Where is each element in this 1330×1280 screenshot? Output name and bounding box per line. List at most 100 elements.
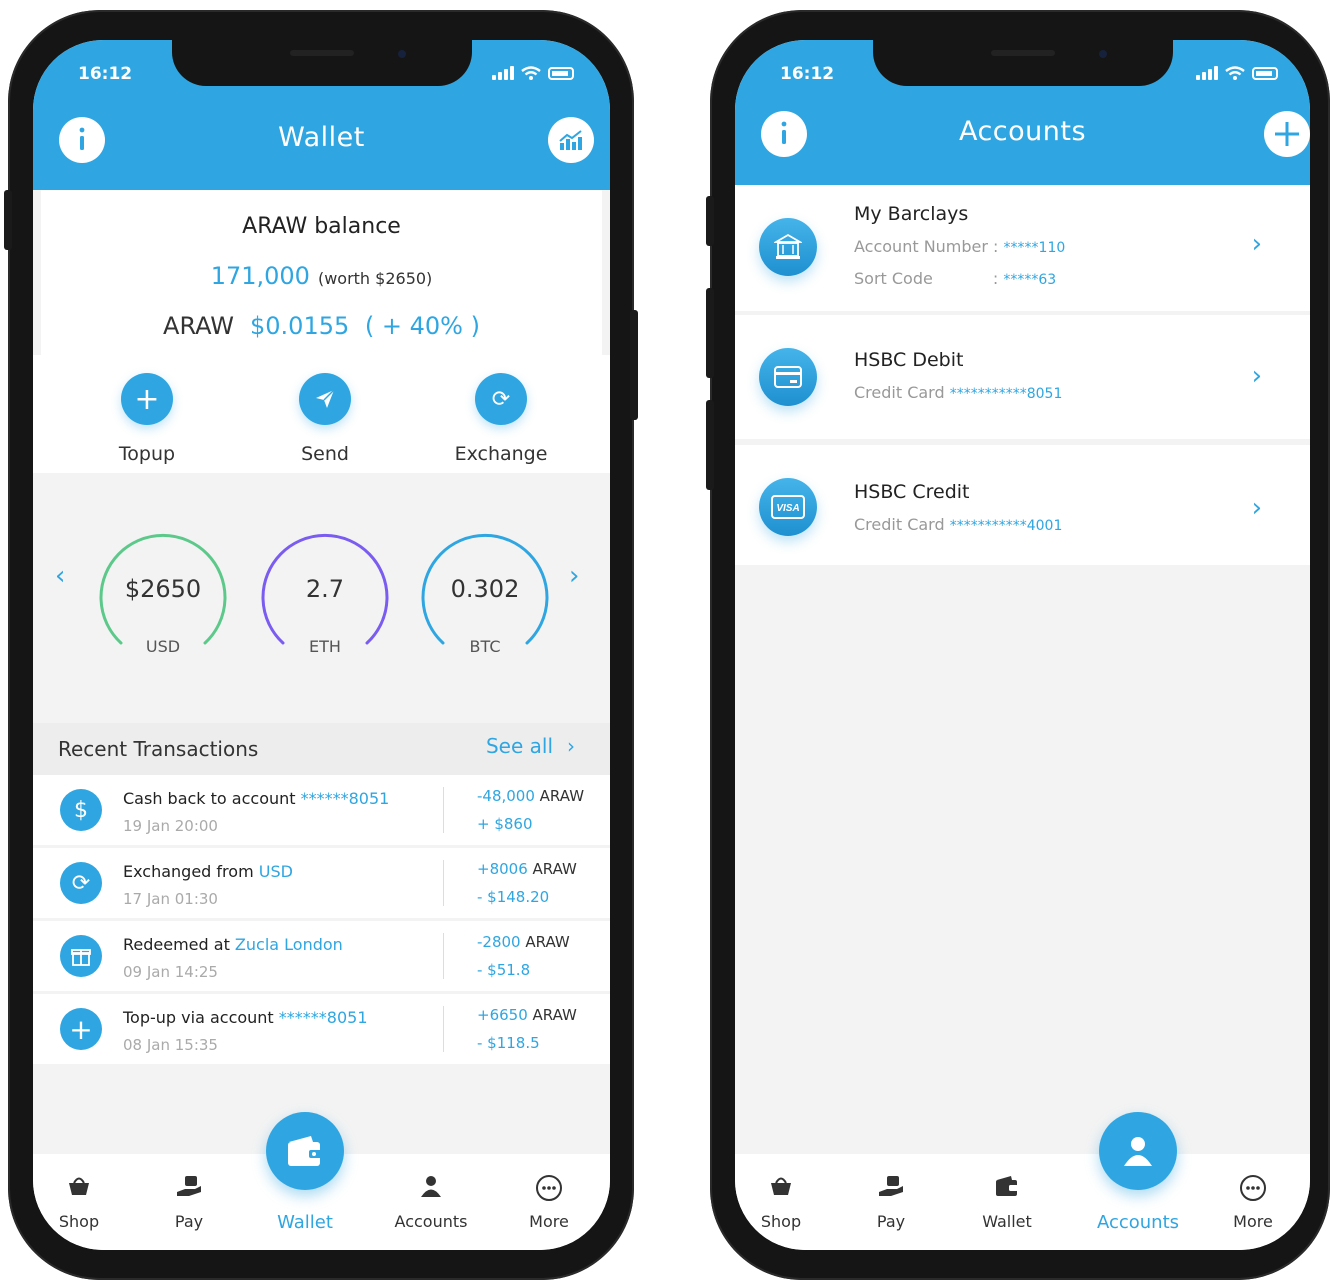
tab-shop[interactable]: Shop: [735, 1174, 829, 1231]
transaction-text: Cash back to account: [123, 789, 301, 808]
more-icon: [1205, 1174, 1301, 1204]
side-button: [630, 310, 638, 420]
person-icon: [1124, 1137, 1152, 1166]
price-line: ARAW $0.0155 ( + 40% ): [41, 312, 602, 340]
transaction-araw: +6650 ARAW: [477, 1006, 577, 1024]
exchange-label: Exchange: [454, 443, 548, 465]
svg-text:VISA: VISA: [776, 503, 799, 514]
account-name: HSBC Debit: [854, 349, 964, 371]
wallet-fab[interactable]: [266, 1112, 344, 1190]
chevron-right-icon[interactable]: ›: [569, 561, 579, 591]
chart-icon: [559, 130, 582, 150]
araw-amount: -2800: [477, 933, 521, 951]
balance-amount: 171,000: [210, 262, 310, 290]
balance-card: ARAW balance 171,000 (worth $2650) ARAW $0…: [41, 190, 602, 355]
transaction-desc: Top-up via account ******8051: [123, 1008, 368, 1027]
status-time: 16:12: [780, 64, 835, 84]
price-change: ( + 40% ): [364, 312, 480, 340]
account-row-hsbc-debit[interactable]: HSBC Debit Credit Card ***********8051 ›: [735, 315, 1310, 439]
transaction-highlight: USD: [258, 862, 293, 881]
tab-label: Accounts: [394, 1212, 468, 1231]
gauge-value: $2650: [124, 575, 202, 603]
see-all-label: See all: [485, 734, 553, 758]
pay-hand-icon: [141, 1174, 237, 1204]
transaction-row[interactable]: ⟳ Exchanged from USD 17 Jan 01:30 +8006 …: [33, 848, 610, 918]
tab-pay[interactable]: Pay: [843, 1174, 939, 1231]
transaction-row[interactable]: + Top-up via account ******8051 08 Jan 1…: [33, 994, 610, 1064]
card-number-line: Credit Card ***********4001: [854, 515, 1062, 534]
tab-more[interactable]: More: [501, 1174, 597, 1231]
sort-code-line: Sort Code: *****63: [854, 269, 1057, 288]
transaction-text: Redeemed at: [123, 935, 235, 954]
tab-label: Shop: [760, 1212, 802, 1231]
araw-unit: ARAW: [527, 860, 577, 878]
chart-button[interactable]: [548, 117, 594, 163]
battery-icon: [548, 66, 574, 80]
card-type-label: Credit Card: [854, 383, 945, 402]
see-all-link[interactable]: See all ›: [486, 734, 575, 758]
transaction-highlight: Zucla London: [234, 935, 343, 954]
token-price: $0.0155: [250, 312, 350, 340]
transaction-usd: - $148.20: [477, 888, 550, 906]
account-number-label: Account Number :: [854, 237, 999, 256]
gauge-btc: 0.302 BTC: [415, 525, 555, 665]
add-account-button[interactable]: [1264, 111, 1310, 157]
account-row-hsbc-credit[interactable]: VISA HSBC Credit Credit Card ***********…: [735, 445, 1310, 565]
transaction-text: Top-up via account: [123, 1008, 279, 1027]
transaction-date: 19 Jan 20:00: [123, 817, 218, 835]
gauge-usd: $2650 USD: [93, 525, 233, 665]
wifi-icon: [521, 66, 541, 80]
card-type-label: Credit Card: [854, 515, 945, 534]
transaction-date: 08 Jan 15:35: [123, 1036, 218, 1054]
chevron-right-icon: ›: [567, 734, 575, 758]
gauge-unit: USD: [145, 637, 181, 656]
transaction-araw: +8006 ARAW: [477, 860, 577, 878]
notch: [171, 40, 472, 86]
chevron-left-icon[interactable]: ‹: [55, 561, 65, 591]
account-name: HSBC Credit: [854, 481, 970, 503]
send-button[interactable]: Send: [255, 373, 395, 465]
divider: [443, 860, 444, 906]
divider: [443, 1006, 444, 1052]
tab-accounts[interactable]: Accounts: [383, 1174, 479, 1231]
sort-code-label: Sort Code: [854, 269, 933, 288]
balance-worth: (worth $2650): [317, 269, 433, 288]
tab-label: Pay: [876, 1212, 906, 1231]
transaction-desc: Exchanged from USD: [123, 862, 293, 881]
transaction-date: 17 Jan 01:30: [123, 890, 218, 908]
account-row-barclays[interactable]: My Barclays Account Number : *****110 So…: [735, 185, 1310, 311]
status-icons: [492, 66, 574, 80]
tab-shop[interactable]: Shop: [33, 1174, 127, 1231]
accounts-fab[interactable]: [1099, 1112, 1177, 1190]
shopping-basket-icon: [735, 1174, 829, 1204]
transaction-highlight: ******8051: [278, 1008, 368, 1027]
tab-label: More: [529, 1212, 569, 1231]
tab-wallet[interactable]: Wallet: [959, 1174, 1055, 1231]
accounts-screen: 16:12 Accounts My Barclays Account Numbe…: [735, 40, 1310, 1250]
signal-icon: [492, 66, 514, 80]
transaction-row[interactable]: $ Cash back to account ******8051 19 Jan…: [33, 775, 610, 845]
transaction-usd: - $51.8: [477, 961, 531, 979]
topup-button[interactable]: + Topup: [77, 373, 217, 465]
tab-label: Pay: [174, 1212, 204, 1231]
transaction-usd: - $118.5: [477, 1034, 540, 1052]
gauge-unit: BTC: [469, 637, 501, 656]
recent-transactions-header: Recent Transactions See all ›: [33, 723, 610, 775]
status-icons: [1196, 66, 1278, 80]
person-icon: [383, 1174, 479, 1204]
transaction-desc: Cash back to account ******8051: [123, 789, 389, 808]
transaction-row[interactable]: Redeemed at Zucla London 09 Jan 14:25 -2…: [33, 921, 610, 991]
visa-icon: VISA: [759, 478, 817, 536]
bank-icon: [759, 218, 817, 276]
more-icon: [501, 1174, 597, 1204]
tab-more[interactable]: More: [1205, 1174, 1301, 1231]
araw-amount: +6650: [477, 1006, 528, 1024]
card-icon: [759, 348, 817, 406]
exchange-button[interactable]: ⟳ Exchange: [431, 373, 571, 465]
card-number-value: ***********4001: [949, 518, 1063, 534]
tab-pay[interactable]: Pay: [141, 1174, 237, 1231]
tab-bar: Shop Pay Wallet Accounts More: [735, 1154, 1310, 1250]
shopping-basket-icon: [33, 1174, 127, 1204]
transaction-araw: -2800 ARAW: [477, 933, 570, 951]
wallet-icon: [288, 1136, 322, 1166]
